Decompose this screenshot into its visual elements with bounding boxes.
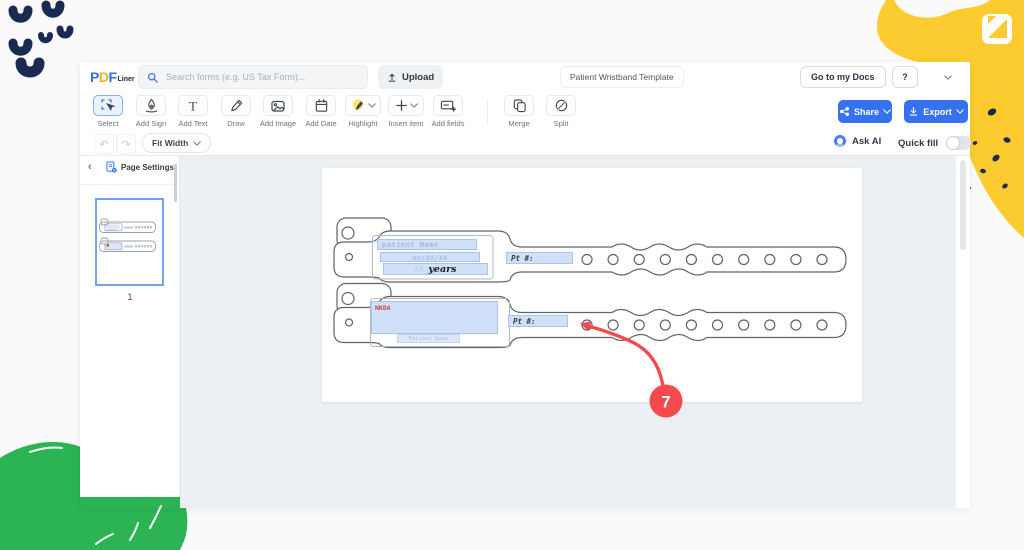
canvas-scrollbar-track — [956, 156, 970, 508]
go-to-my-docs-button[interactable]: Go to my Docs — [800, 66, 886, 88]
pdfliner-logo[interactable]: PDFLiner — [90, 69, 135, 85]
search-input[interactable] — [164, 71, 348, 83]
upload-icon — [387, 72, 397, 83]
toolbar-separator — [487, 99, 488, 125]
page-thumbnail-1[interactable] — [95, 198, 164, 286]
tab-page-settings[interactable]: Page Settings — [106, 161, 174, 173]
sidebar-collapse-icon[interactable]: ‹ — [88, 161, 92, 173]
step-annotation: 7 — [560, 300, 700, 425]
tool-add-fields[interactable]: Add fields — [426, 95, 470, 128]
image-icon — [270, 99, 286, 113]
plus-icon — [395, 99, 408, 112]
patient-number-field-1[interactable]: Pt #: — [506, 252, 573, 264]
pdfliner-logo-mark — [982, 14, 1012, 44]
tool-insert-item[interactable]: Insert item — [384, 95, 428, 128]
page-number-label: 1 — [80, 292, 180, 303]
search-bar — [138, 65, 368, 89]
document-title[interactable]: Patient Wristband Template — [560, 66, 684, 88]
text-icon: T — [186, 99, 200, 113]
share-button[interactable]: Share — [838, 100, 892, 123]
help-button[interactable]: ? — [892, 66, 918, 88]
ask-ai-button[interactable]: Ask AI — [834, 135, 881, 147]
annotation-number: 7 — [661, 393, 670, 412]
age-field[interactable]: XX years — [383, 263, 488, 275]
patient-number-field-2[interactable]: Pt #: — [508, 315, 568, 327]
app-window: PDFLiner Upload Patient Wristband Tem — [80, 62, 970, 508]
tool-add-image[interactable]: Add Image — [256, 95, 300, 128]
calendar-icon — [314, 98, 329, 113]
fields-icon — [440, 98, 456, 113]
snap-hole — [342, 227, 354, 239]
allergy-field[interactable]: NKDA — [371, 301, 498, 334]
highlight-chevron-icon — [368, 103, 376, 108]
export-button[interactable]: Export — [904, 100, 968, 123]
document-canvas: patient Name mm/dd/XX XX years Pt #: NKD… — [180, 156, 970, 508]
insert-chevron-icon — [410, 103, 418, 108]
tool-add-sign[interactable]: Add Sign — [129, 95, 173, 128]
tool-add-date[interactable]: Add Date — [299, 95, 343, 128]
tool-split[interactable]: Split — [539, 95, 583, 128]
tool-select[interactable]: Select — [86, 95, 130, 128]
redo-button[interactable]: ↷ — [116, 134, 136, 154]
quick-fill-label: Quick fill — [898, 138, 938, 149]
tool-merge[interactable]: Merge — [497, 95, 541, 128]
snap-hole-small — [346, 254, 353, 261]
share-icon — [839, 106, 850, 117]
share-chevron-icon — [883, 109, 891, 114]
account-chevron-down-icon[interactable] — [944, 75, 952, 80]
search-icon — [147, 72, 158, 83]
merge-icon — [512, 98, 527, 113]
sidebar-scrollbar-thumb[interactable] — [174, 164, 177, 202]
annotation-arrow — [590, 327, 663, 387]
tool-draw[interactable]: Draw — [214, 95, 258, 128]
export-chevron-icon — [956, 109, 964, 114]
toggle-knob — [947, 137, 959, 149]
ask-ai-icon — [834, 135, 846, 147]
split-icon — [554, 98, 569, 113]
tool-add-text[interactable]: T Add Text — [171, 95, 215, 128]
download-icon — [908, 106, 919, 117]
pages-sidebar: ‹ Page Settings — [80, 156, 180, 497]
patient-name-field[interactable]: patient Name — [377, 239, 477, 250]
tool-highlight[interactable]: Highlight — [341, 95, 385, 128]
page-thumbnail-preview — [97, 200, 162, 284]
sidebar-divider — [80, 184, 179, 185]
tools-toolbar: Select Add Sign T Add Text — [80, 92, 970, 130]
svg-text:T: T — [189, 99, 197, 113]
undo-button[interactable]: ↶ — [94, 134, 114, 154]
upload-button[interactable]: Upload — [378, 65, 443, 89]
sign-icon — [144, 98, 159, 113]
highlighter-icon — [351, 98, 366, 113]
page-settings-icon — [106, 161, 117, 173]
annotation-arrowhead — [580, 321, 591, 331]
view-controls-bar: ↶ ↷ Fit Width Ask AI Quick fill — [80, 130, 970, 156]
zoom-chevron-icon — [193, 141, 201, 146]
select-icon — [100, 98, 116, 113]
quick-fill-toggle[interactable] — [946, 136, 971, 150]
birth-date-field[interactable]: mm/dd/XX — [380, 252, 480, 262]
pdfliner-editor-screen: PDFLiner Upload Patient Wristband Tem — [0, 0, 1024, 550]
zoom-level-dropdown[interactable]: Fit Width — [142, 133, 211, 153]
pen-icon — [229, 98, 244, 113]
patient-name-field-small[interactable]: Patient Name — [397, 334, 460, 343]
top-bar: PDFLiner Upload Patient Wristband Tem — [80, 62, 970, 92]
canvas-scrollbar-thumb[interactable] — [960, 160, 966, 250]
